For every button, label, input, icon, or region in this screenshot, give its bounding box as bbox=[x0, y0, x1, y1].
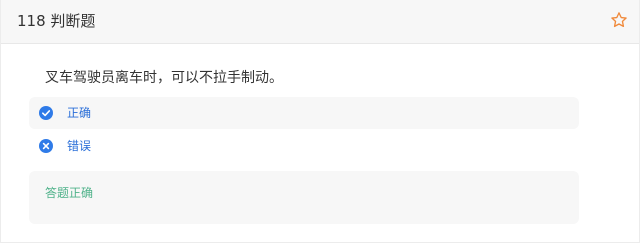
option-label: 错误 bbox=[67, 139, 92, 153]
question-card: 118 判断题 叉车驾驶员离车时，可以不拉手制动。 正确 错误 答题正确 bbox=[0, 0, 640, 243]
option-label: 正确 bbox=[67, 106, 92, 120]
option-wrong[interactable]: 错误 bbox=[29, 130, 579, 162]
option-correct[interactable]: 正确 bbox=[29, 97, 579, 129]
favorite-button[interactable] bbox=[608, 9, 630, 31]
answer-result-panel: 答题正确 bbox=[29, 171, 579, 224]
answer-result-text: 答题正确 bbox=[45, 186, 94, 200]
x-circle-icon bbox=[39, 139, 53, 153]
question-number-title: 118 判断题 bbox=[17, 12, 96, 30]
question-header: 118 判断题 bbox=[1, 0, 639, 44]
question-text: 叉车驾驶员离车时，可以不拉手制动。 bbox=[45, 70, 283, 86]
star-outline-icon bbox=[611, 12, 627, 28]
check-circle-icon bbox=[39, 106, 53, 120]
